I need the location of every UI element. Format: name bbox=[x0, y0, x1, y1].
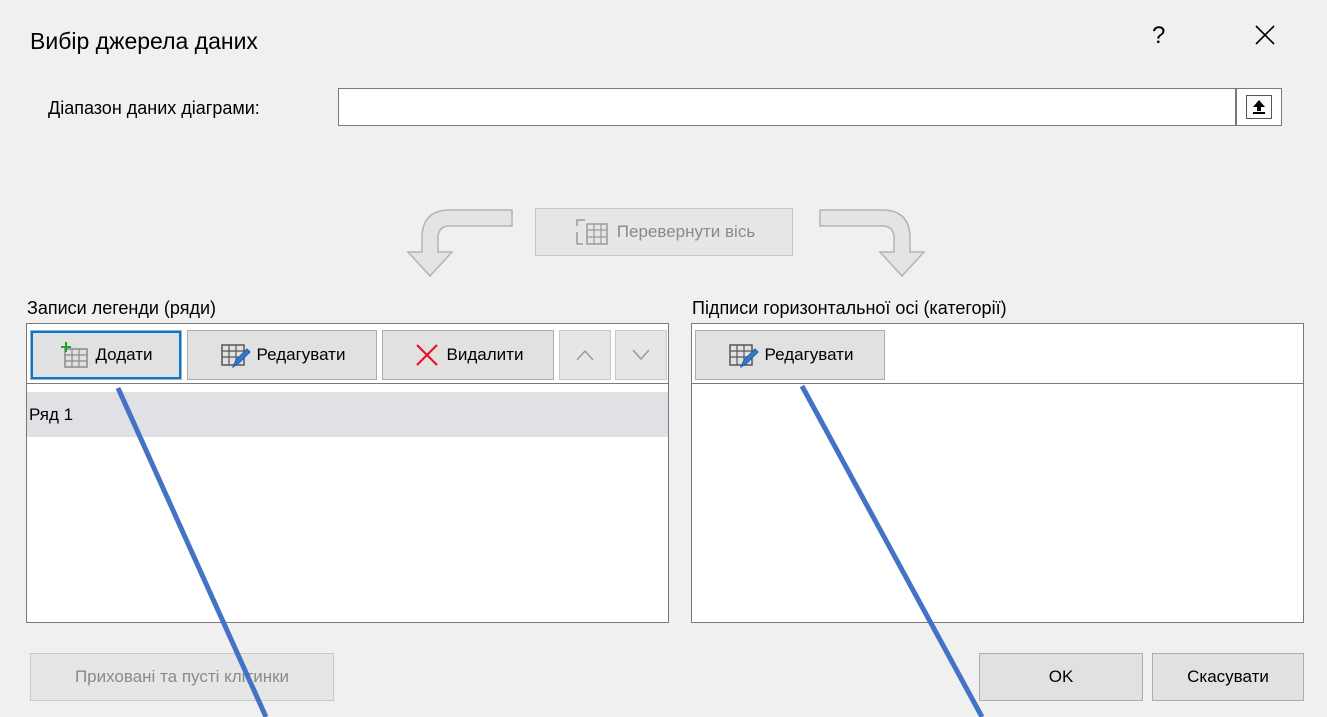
add-series-label: Додати bbox=[95, 345, 153, 364]
chevron-up-icon bbox=[576, 349, 594, 361]
collapse-range-button[interactable] bbox=[1236, 88, 1282, 126]
switch-row-column-label: Перевернути вісь bbox=[616, 222, 756, 241]
close-button[interactable] bbox=[1250, 20, 1280, 50]
move-down-button[interactable] bbox=[615, 330, 667, 380]
hidden-empty-cells-label: Приховані та пусті клітинки bbox=[74, 667, 290, 686]
help-button[interactable]: ? bbox=[1152, 22, 1165, 50]
switch-row-column-button[interactable]: Перевернути вісь bbox=[535, 208, 793, 256]
collapse-arrow-icon bbox=[1253, 100, 1265, 114]
edit-series-button[interactable]: Редагувати bbox=[187, 330, 377, 380]
edit-series-icon bbox=[220, 344, 251, 369]
edit-axis-icon bbox=[728, 344, 759, 369]
cancel-label: Скасувати bbox=[1187, 667, 1269, 686]
range-input[interactable] bbox=[338, 88, 1236, 126]
edit-axis-labels-button[interactable]: Редагувати bbox=[695, 330, 885, 380]
left-curved-arrow-icon bbox=[406, 209, 513, 278]
add-series-button[interactable]: Додати bbox=[30, 330, 182, 380]
delete-x-icon bbox=[415, 344, 438, 366]
edit-axis-labels-label: Редагувати bbox=[764, 345, 854, 364]
move-up-button[interactable] bbox=[559, 330, 611, 380]
edit-series-label: Редагувати bbox=[256, 345, 346, 364]
legend-series-item[interactable]: Ряд 1 bbox=[27, 392, 668, 437]
axis-toolbar-divider bbox=[692, 383, 1303, 384]
delete-series-label: Видалити bbox=[446, 345, 524, 364]
dialog-title: Вибір джерела даних bbox=[30, 28, 258, 54]
add-series-icon bbox=[61, 342, 89, 368]
ok-label: OK bbox=[1048, 667, 1074, 686]
cancel-button[interactable]: Скасувати bbox=[1152, 653, 1304, 701]
right-curved-arrow-icon bbox=[819, 209, 926, 278]
ok-button[interactable]: OK bbox=[979, 653, 1143, 701]
legend-header: Записи легенди (ряди) bbox=[27, 298, 217, 318]
chevron-down-icon bbox=[632, 349, 650, 361]
axis-header: Підписи горизонтальної осі (категорії) bbox=[692, 298, 1007, 318]
delete-series-button[interactable]: Видалити bbox=[382, 330, 554, 380]
close-icon bbox=[1255, 25, 1275, 45]
switch-axis-icon bbox=[576, 219, 608, 245]
legend-toolbar-divider bbox=[27, 383, 668, 384]
range-label: Діапазон даних діаграми: bbox=[48, 98, 260, 118]
hidden-empty-cells-button[interactable]: Приховані та пусті клітинки bbox=[30, 653, 334, 701]
